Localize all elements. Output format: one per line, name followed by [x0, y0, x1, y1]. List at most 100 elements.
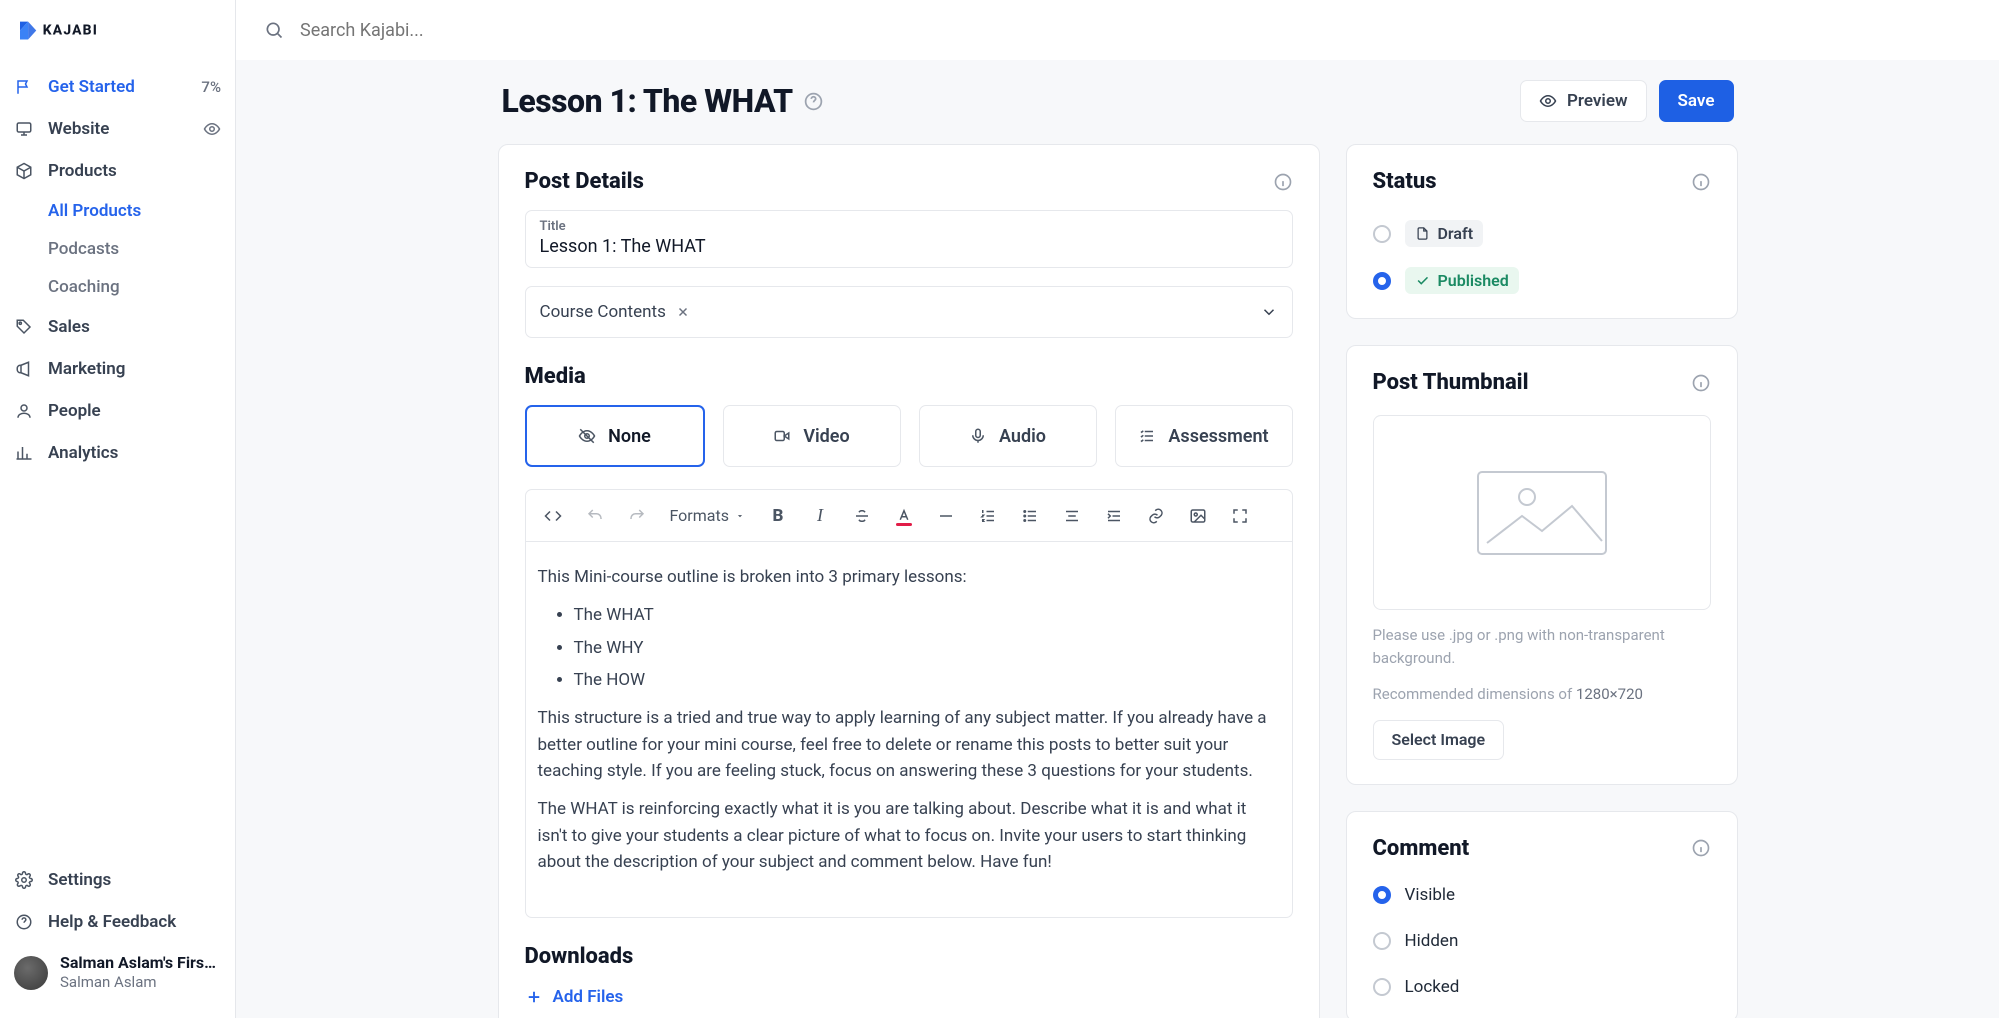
nav-sub-coaching[interactable]: Coaching — [48, 268, 227, 306]
media-tab-audio[interactable]: Audio — [919, 405, 1097, 467]
indent-button[interactable] — [1093, 496, 1135, 536]
info-circle-icon[interactable] — [1273, 172, 1293, 192]
eye-icon — [203, 120, 221, 138]
nav-people[interactable]: People — [8, 390, 227, 432]
post-details-card: Post Details Title Lesson 1: The WHAT Co — [498, 144, 1320, 1018]
sidebar-bottom: Settings Help & Feedback Salman Aslam's … — [0, 851, 235, 1018]
eye-icon — [1539, 92, 1557, 110]
nav-sub-podcasts[interactable]: Podcasts — [48, 230, 227, 268]
badge-label: Published — [1438, 271, 1509, 290]
search-bar — [236, 0, 1999, 60]
radio-button[interactable] — [1373, 978, 1391, 996]
nav-meta: 7% — [201, 78, 221, 96]
editor-bullet: The HOW — [574, 667, 1280, 693]
info-circle-icon[interactable] — [1691, 838, 1711, 858]
align-center-button[interactable] — [1051, 496, 1093, 536]
video-icon — [773, 427, 791, 445]
image-button[interactable] — [1177, 496, 1219, 536]
ordered-list-button[interactable] — [967, 496, 1009, 536]
status-published-option[interactable]: Published — [1373, 267, 1711, 294]
flag-icon — [14, 77, 34, 97]
title-input[interactable]: Lesson 1: The WHAT — [540, 234, 1278, 257]
nav-marketing[interactable]: Marketing — [8, 348, 227, 390]
user-icon — [14, 401, 34, 421]
close-icon[interactable] — [676, 305, 690, 319]
link-button[interactable] — [1135, 496, 1177, 536]
chevron-down-icon[interactable] — [1260, 303, 1278, 321]
mic-icon — [969, 427, 987, 445]
avatar — [14, 956, 48, 990]
nav-help[interactable]: Help & Feedback — [8, 901, 227, 943]
media-tab-none[interactable]: None — [525, 405, 705, 467]
nav-get-started[interactable]: Get Started 7% — [8, 66, 227, 108]
media-tab-assessment[interactable]: Assessment — [1115, 405, 1293, 467]
thumbnail-dropzone[interactable] — [1373, 415, 1711, 610]
info-circle-icon[interactable] — [1691, 373, 1711, 393]
select-image-button[interactable]: Select Image — [1373, 720, 1505, 760]
bar-chart-icon — [14, 443, 34, 463]
formats-dropdown[interactable]: Formats — [658, 496, 757, 536]
card-title: Post Details — [525, 169, 644, 194]
nav-products[interactable]: Products — [8, 150, 227, 192]
comment-option-locked[interactable]: Locked — [1373, 977, 1711, 997]
nav-products-sub: All Products Podcasts Coaching — [8, 192, 227, 306]
help-circle-icon[interactable] — [803, 91, 824, 112]
comment-option-hidden[interactable]: Hidden — [1373, 931, 1711, 951]
thumbnail-dims: Recommended dimensions of 1280×720 — [1373, 683, 1711, 706]
radio-button[interactable] — [1373, 272, 1391, 290]
editor-body[interactable]: This Mini-course outline is broken into … — [526, 542, 1292, 917]
editor-text: This Mini-course outline is broken into … — [538, 564, 1280, 590]
nav-website[interactable]: Website — [8, 108, 227, 150]
media-tabs: None Video — [525, 405, 1293, 467]
nav-label: Settings — [48, 870, 111, 890]
fullscreen-button[interactable] — [1219, 496, 1261, 536]
source-code-button[interactable] — [532, 496, 574, 536]
chip-label: Course Contents — [540, 302, 666, 322]
text-color-button[interactable] — [883, 496, 925, 536]
add-files-button[interactable]: Add Files — [525, 987, 1293, 1007]
category-chip: Course Contents — [540, 302, 690, 322]
save-button[interactable]: Save — [1659, 80, 1734, 122]
nav-sub-all-products[interactable]: All Products — [48, 192, 227, 230]
tab-label: Assessment — [1168, 426, 1268, 447]
bullet-list-button[interactable] — [1009, 496, 1051, 536]
comment-option-visible[interactable]: Visible — [1373, 885, 1711, 905]
nav-label: Analytics — [48, 443, 118, 463]
brand-logo[interactable]: KAJABI — [0, 0, 235, 60]
thumbnail-card: Post Thumbnail — [1346, 345, 1738, 785]
horizontal-rule-button[interactable] — [925, 496, 967, 536]
nav-label: Help & Feedback — [48, 912, 176, 932]
user-menu[interactable]: Salman Aslam's First ... Salman Aslam — [8, 943, 227, 1010]
radio-button[interactable] — [1373, 932, 1391, 950]
box-icon — [14, 161, 34, 181]
nav-sales[interactable]: Sales — [8, 306, 227, 348]
published-badge: Published — [1405, 267, 1519, 294]
search-icon — [264, 20, 284, 40]
preview-button[interactable]: Preview — [1520, 80, 1647, 122]
tab-label: Audio — [999, 426, 1046, 447]
title-field[interactable]: Title Lesson 1: The WHAT — [525, 210, 1293, 268]
nav-analytics[interactable]: Analytics — [8, 432, 227, 474]
radio-button[interactable] — [1373, 225, 1391, 243]
nav-settings[interactable]: Settings — [8, 859, 227, 901]
undo-button[interactable] — [574, 496, 616, 536]
button-label: Select Image — [1392, 730, 1486, 749]
redo-button[interactable] — [616, 496, 658, 536]
info-circle-icon[interactable] — [1691, 172, 1711, 192]
rich-text-editor: Formats B I — [525, 489, 1293, 918]
media-heading: Media — [525, 364, 1293, 389]
nav-label: Products — [48, 161, 117, 181]
category-select[interactable]: Course Contents — [525, 286, 1293, 338]
status-draft-option[interactable]: Draft — [1373, 220, 1711, 247]
search-input[interactable] — [298, 19, 1971, 42]
option-label: Locked — [1405, 977, 1460, 997]
page-header: Lesson 1: The WHAT Preview Save — [498, 80, 1738, 144]
strikethrough-button[interactable] — [841, 496, 883, 536]
main: Lesson 1: The WHAT Preview Save — [236, 0, 1999, 1018]
media-tab-video[interactable]: Video — [723, 405, 901, 467]
bold-button[interactable]: B — [757, 496, 799, 536]
radio-button[interactable] — [1373, 886, 1391, 904]
italic-button[interactable]: I — [799, 496, 841, 536]
editor-bullet: The WHY — [574, 635, 1280, 661]
field-label: Title — [540, 219, 1278, 234]
